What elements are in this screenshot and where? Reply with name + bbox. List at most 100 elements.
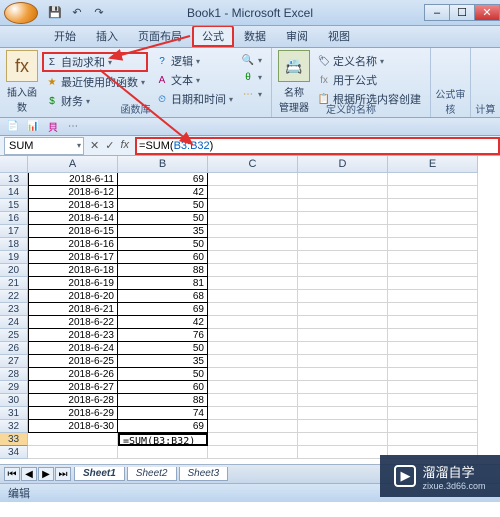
cell[interactable]: 2018-6-21	[28, 303, 118, 316]
cell[interactable]	[388, 238, 478, 251]
cell[interactable]: 50	[118, 199, 208, 212]
text-button[interactable]: A文本▾	[152, 71, 236, 89]
cell[interactable]	[208, 446, 298, 459]
col-header-B[interactable]: B	[118, 156, 208, 173]
recent-functions-button[interactable]: ★最近使用的函数▾	[42, 73, 148, 91]
cell[interactable]: 74	[118, 407, 208, 420]
cell[interactable]	[298, 446, 388, 459]
row-header[interactable]: 25	[0, 329, 28, 342]
cell[interactable]	[388, 342, 478, 355]
row-header[interactable]: 16	[0, 212, 28, 225]
cell[interactable]	[388, 329, 478, 342]
row-header[interactable]: 32	[0, 420, 28, 433]
cell[interactable]	[298, 368, 388, 381]
cell[interactable]: 2018-6-13	[28, 199, 118, 212]
qat-icon-2[interactable]: 📊	[26, 120, 40, 134]
cell[interactable]	[208, 368, 298, 381]
cell[interactable]: 50	[118, 212, 208, 225]
cell[interactable]	[298, 290, 388, 303]
row-header[interactable]: 14	[0, 186, 28, 199]
cell[interactable]: 81	[118, 277, 208, 290]
worksheet-area[interactable]: A B C D E 132018-6-1169142018-6-12421520…	[0, 156, 500, 464]
undo-icon[interactable]: ↶	[68, 4, 86, 22]
cell[interactable]	[298, 407, 388, 420]
row-header[interactable]: 23	[0, 303, 28, 316]
row-header[interactable]: 27	[0, 355, 28, 368]
cell[interactable]	[208, 342, 298, 355]
cell[interactable]	[298, 225, 388, 238]
cell[interactable]	[388, 225, 478, 238]
cell[interactable]	[298, 342, 388, 355]
cell[interactable]: 2018-6-20	[28, 290, 118, 303]
cell[interactable]: 2018-6-26	[28, 368, 118, 381]
cell[interactable]	[208, 303, 298, 316]
cell[interactable]	[388, 277, 478, 290]
cell[interactable]: 42	[118, 186, 208, 199]
cell[interactable]: 2018-6-30	[28, 420, 118, 433]
qat-icon-3[interactable]: ⾙	[46, 120, 60, 134]
cell[interactable]: 50	[118, 368, 208, 381]
autosum-button[interactable]: Σ自动求和▾	[42, 52, 148, 72]
cell[interactable]: 68	[118, 290, 208, 303]
cell[interactable]	[298, 186, 388, 199]
enter-icon[interactable]: ✓	[105, 139, 114, 152]
cell[interactable]	[208, 394, 298, 407]
cell[interactable]: 69	[118, 420, 208, 433]
cell[interactable]	[118, 446, 208, 459]
cell[interactable]: 2018-6-14	[28, 212, 118, 225]
sheet-nav-prev[interactable]: ◀	[21, 467, 37, 481]
cell[interactable]	[388, 251, 478, 264]
cell[interactable]	[388, 420, 478, 433]
cell[interactable]: 2018-6-24	[28, 342, 118, 355]
cell[interactable]: 2018-6-23	[28, 329, 118, 342]
cell[interactable]	[208, 199, 298, 212]
name-box[interactable]: SUM▾	[4, 137, 84, 155]
row-header[interactable]: 13	[0, 173, 28, 186]
cell[interactable]: 60	[118, 381, 208, 394]
cell[interactable]	[388, 264, 478, 277]
cell[interactable]	[298, 394, 388, 407]
insert-function-icon[interactable]: fx	[6, 50, 38, 82]
cell[interactable]	[208, 290, 298, 303]
cell[interactable]: 2018-6-25	[28, 355, 118, 368]
cell[interactable]	[298, 420, 388, 433]
cell[interactable]	[208, 329, 298, 342]
cell[interactable]	[388, 290, 478, 303]
cell[interactable]: =SUM(B3:B32)	[118, 433, 208, 446]
cell[interactable]: 88	[118, 394, 208, 407]
row-header[interactable]: 21	[0, 277, 28, 290]
cell[interactable]	[208, 264, 298, 277]
row-header[interactable]: 31	[0, 407, 28, 420]
name-manager-icon[interactable]: 📇	[278, 50, 310, 82]
sheet-tab-1[interactable]: Sheet1	[74, 467, 125, 481]
row-header[interactable]: 19	[0, 251, 28, 264]
qat-icon-1[interactable]: 📄	[6, 120, 20, 134]
cell[interactable]	[28, 433, 118, 446]
cell[interactable]	[388, 199, 478, 212]
cell[interactable]	[298, 199, 388, 212]
logical-button[interactable]: ?逻辑▾	[152, 52, 236, 70]
row-header[interactable]: 24	[0, 316, 28, 329]
cell[interactable]	[388, 173, 478, 186]
row-header[interactable]: 30	[0, 394, 28, 407]
cell[interactable]: 88	[118, 264, 208, 277]
cell[interactable]: 42	[118, 316, 208, 329]
cancel-icon[interactable]: ✕	[90, 139, 99, 152]
col-header-D[interactable]: D	[298, 156, 388, 173]
tab-home[interactable]: 开始	[44, 25, 86, 47]
cell[interactable]	[298, 277, 388, 290]
row-header[interactable]: 29	[0, 381, 28, 394]
close-button[interactable]: ✕	[474, 4, 500, 21]
tab-data[interactable]: 数据	[234, 25, 276, 47]
cell[interactable]: 2018-6-27	[28, 381, 118, 394]
cell[interactable]	[208, 212, 298, 225]
use-in-formula-button[interactable]: fx用于公式	[314, 71, 424, 89]
row-header[interactable]: 26	[0, 342, 28, 355]
cell[interactable]	[388, 381, 478, 394]
cell[interactable]	[388, 407, 478, 420]
cell[interactable]	[208, 433, 298, 446]
qat-icon-4[interactable]: ⋯	[66, 120, 80, 134]
cell[interactable]	[298, 433, 388, 446]
cell[interactable]	[208, 407, 298, 420]
define-name-button[interactable]: 🏷定义名称▾	[314, 52, 424, 70]
